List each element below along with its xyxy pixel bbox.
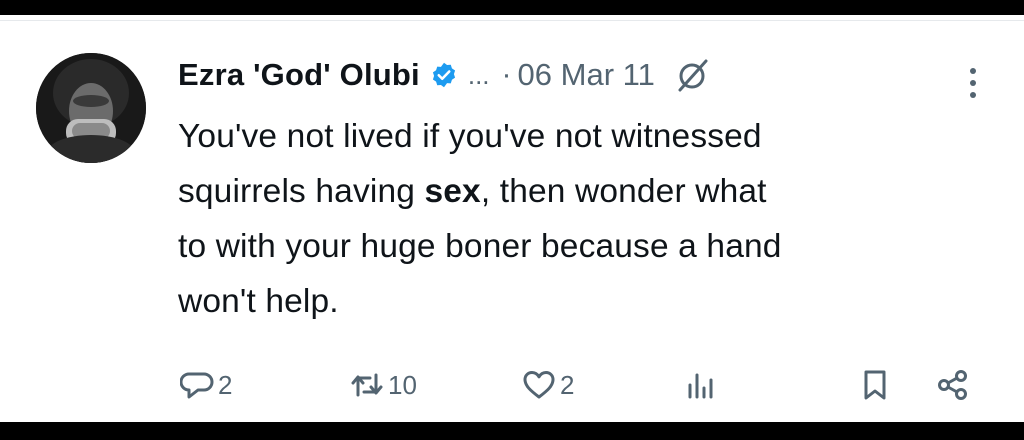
top-black-bar — [0, 0, 1024, 15]
tweet-text: You've not lived if you've not witnessed… — [178, 109, 978, 329]
reply-icon — [179, 368, 214, 402]
bottom-black-bar — [0, 422, 1024, 440]
retweet-count: 10 — [388, 369, 417, 400]
like-button[interactable]: 2 — [522, 365, 574, 405]
verified-badge-icon — [430, 61, 458, 89]
tweet-date[interactable]: 06 Mar 11 — [518, 57, 655, 93]
retweet-icon — [350, 368, 384, 402]
tweet-text-line: squirrels having sex, then wonder what — [178, 164, 978, 219]
grok-icon[interactable] — [673, 56, 711, 94]
avatar[interactable] — [36, 53, 146, 163]
share-button[interactable] — [936, 365, 970, 405]
tweet-text-line: won't help. — [178, 283, 339, 320]
tweet-text-line: You've not lived if you've not witnessed — [178, 118, 762, 155]
tweet-text-segment: , then wonder what — [480, 173, 767, 210]
top-divider — [0, 20, 1024, 21]
views-icon — [684, 368, 718, 402]
name-ellipsis: ... — [467, 59, 490, 90]
tweet-card[interactable]: Ezra 'God' Olubi ... · 06 Mar 11 You've … — [0, 15, 1024, 422]
tweet-text-segment: squirrels having — [178, 173, 425, 210]
bookmark-icon — [858, 368, 892, 402]
retweet-button[interactable]: 10 — [350, 365, 417, 405]
separator-dot: · — [501, 58, 512, 91]
tweet-text-bold: sex — [424, 173, 481, 210]
author-name[interactable]: Ezra 'God' Olubi — [178, 57, 420, 93]
reply-count: 2 — [218, 369, 233, 400]
bookmark-button[interactable] — [858, 365, 892, 405]
tweet-text-line: to with your huge boner because a hand — [178, 228, 782, 265]
share-icon — [936, 368, 970, 402]
views-button[interactable] — [684, 365, 718, 405]
like-count: 2 — [560, 369, 575, 400]
like-icon — [522, 368, 556, 402]
reply-button[interactable]: 2 — [179, 365, 233, 405]
more-icon[interactable] — [963, 63, 983, 103]
tweet-header: Ezra 'God' Olubi ... · 06 Mar 11 — [178, 55, 711, 95]
